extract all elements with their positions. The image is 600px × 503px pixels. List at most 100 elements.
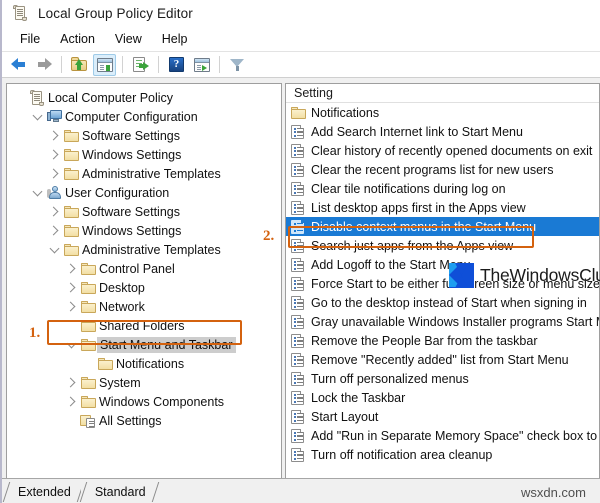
list-item[interactable]: Search just apps from the Apps view <box>286 236 599 255</box>
title-bar: Local Group Policy Editor <box>2 0 600 28</box>
chevron-down-icon[interactable] <box>30 110 45 120</box>
list-item[interactable]: Gray unavailable Windows Installer progr… <box>286 312 599 331</box>
tree-item-local-computer-policy[interactable]: Local Computer Policy <box>7 88 281 107</box>
show-hide-console-tree-button[interactable] <box>93 53 116 76</box>
policy-document-icon <box>12 4 30 23</box>
list-item[interactable]: Add "Run in Separate Memory Space" check… <box>286 426 599 445</box>
list-item-label: Go to the desktop instead of Start when … <box>311 295 587 310</box>
policy-setting-icon <box>291 238 304 253</box>
list-item[interactable]: Turn off personalized menus <box>286 369 599 388</box>
tree-item-administrative-templates[interactable]: Administrative Templates <box>7 240 281 259</box>
annotation-step-2: 2. <box>263 228 275 244</box>
tree-item-user-configuration[interactable]: User Configuration <box>7 183 281 202</box>
tree-item-windows-components[interactable]: Windows Components <box>7 392 281 411</box>
list-item[interactable]: Remove the People Bar from the taskbar <box>286 331 599 350</box>
list-item[interactable]: Add Logoff to the Start Menu <box>286 255 599 274</box>
tree-item-windows-settings[interactable]: Windows Settings <box>7 145 281 164</box>
up-one-level-button[interactable] <box>68 54 91 76</box>
settings-list[interactable]: Notifications Add Search Internet link to… <box>286 103 599 482</box>
settings-list-pane[interactable]: Setting Notifications Add Search Internet… <box>285 83 600 500</box>
menu-item-file[interactable]: File <box>10 30 50 49</box>
list-item[interactable]: Clear tile notifications during log on <box>286 179 599 198</box>
chevron-down-icon[interactable] <box>64 338 79 348</box>
tree-item-software-settings[interactable]: Software Settings <box>7 202 281 221</box>
tree-item-label: All Settings <box>99 413 162 428</box>
policy-setting-icon <box>291 143 304 158</box>
help-question-icon: ? <box>169 57 184 72</box>
menu-item-action[interactable]: Action <box>50 30 105 49</box>
column-header-setting[interactable]: Setting <box>286 84 599 103</box>
content-area: Local Computer Policy Computer Configurat… <box>2 79 600 503</box>
menu-item-view[interactable]: View <box>105 30 152 49</box>
filter-button[interactable] <box>226 54 249 76</box>
tab-extended[interactable]: Extended <box>4 480 81 503</box>
chevron-right-icon[interactable] <box>47 130 62 141</box>
tree-item-label: Windows Components <box>99 394 225 409</box>
chevron-right-icon[interactable] <box>64 377 79 388</box>
forward-button[interactable] <box>32 54 55 76</box>
list-item[interactable]: Disable context menus in the Start Menu <box>286 217 599 236</box>
tree-item-label: Network <box>99 299 145 314</box>
list-item[interactable]: Add Search Internet link to Start Menu <box>286 122 599 141</box>
tree-item-computer-configuration[interactable]: Computer Configuration <box>7 107 281 126</box>
tree-item-all-settings[interactable]: All Settings <box>7 411 281 430</box>
folder-icon <box>291 106 306 119</box>
policy-setting-icon <box>291 257 304 272</box>
chevron-down-icon[interactable] <box>30 186 45 196</box>
chevron-right-icon[interactable] <box>64 396 79 407</box>
list-item[interactable]: Remove "Recently added" list from Start … <box>286 350 599 369</box>
list-item-label: Search just apps from the Apps view <box>311 238 514 253</box>
folder-icon <box>80 395 96 408</box>
tree-item-administrative-templates[interactable]: Administrative Templates <box>7 164 281 183</box>
folder-icon <box>63 224 79 237</box>
back-arrow-icon <box>10 58 27 71</box>
tree-item-windows-settings[interactable]: Windows Settings <box>7 221 281 240</box>
chevron-down-icon[interactable] <box>47 243 62 253</box>
policy-setting-icon <box>291 390 304 405</box>
tree-item-label: Windows Settings <box>82 147 182 162</box>
tree-item-software-settings[interactable]: Software Settings <box>7 126 281 145</box>
show-hide-action-pane-button[interactable] <box>190 54 213 76</box>
tree-item-label: Local Computer Policy <box>48 90 174 105</box>
chevron-right-icon[interactable] <box>64 263 79 274</box>
menu-item-help[interactable]: Help <box>152 30 198 49</box>
tree-item-notifications[interactable]: Notifications <box>7 354 281 373</box>
chevron-right-icon[interactable] <box>47 206 62 217</box>
list-item-label: Turn off notification area cleanup <box>311 447 493 462</box>
list-item[interactable]: List desktop apps first in the Apps view <box>286 198 599 217</box>
tree-item-start-menu-and-taskbar[interactable]: Start Menu and Taskbar <box>7 335 281 354</box>
console-tree-pane[interactable]: Local Computer Policy Computer Configurat… <box>6 83 282 500</box>
policy-tree[interactable]: Local Computer Policy Computer Configurat… <box>7 84 281 430</box>
tree-item-network[interactable]: Network <box>7 297 281 316</box>
back-button[interactable] <box>7 54 30 76</box>
export-list-button[interactable] <box>129 54 152 76</box>
tree-item-control-panel[interactable]: Control Panel <box>7 259 281 278</box>
folder-icon <box>63 243 79 256</box>
list-item-label: Remove the People Bar from the taskbar <box>311 333 538 348</box>
list-item[interactable]: Start Layout <box>286 407 599 426</box>
list-item[interactable]: Clear history of recently opened documen… <box>286 141 599 160</box>
list-item[interactable]: Turn off notification area cleanup <box>286 445 599 464</box>
chevron-right-icon[interactable] <box>47 168 62 179</box>
forward-arrow-icon <box>36 58 52 71</box>
policy-setting-icon <box>291 333 304 348</box>
list-item[interactable]: Notifications <box>286 103 599 122</box>
policy-setting-icon <box>291 162 304 177</box>
help-button[interactable]: ? <box>165 54 188 76</box>
list-item-label: Add "Run in Separate Memory Space" check… <box>311 428 599 443</box>
chevron-right-icon[interactable] <box>64 282 79 293</box>
list-item[interactable]: Go to the desktop instead of Start when … <box>286 293 599 312</box>
tree-item-system[interactable]: System <box>7 373 281 392</box>
tab-standard[interactable]: Standard <box>80 480 156 503</box>
tree-item-label: Software Settings <box>82 128 180 143</box>
list-item[interactable]: Clear the recent programs list for new u… <box>286 160 599 179</box>
tree-item-desktop[interactable]: Desktop <box>7 278 281 297</box>
policy-setting-icon <box>291 409 304 424</box>
list-item[interactable]: Force Start to be either full screen siz… <box>286 274 599 293</box>
chevron-right-icon[interactable] <box>64 301 79 312</box>
chevron-right-icon[interactable] <box>47 225 62 236</box>
chevron-right-icon[interactable] <box>47 149 62 160</box>
list-item[interactable]: Lock the Taskbar <box>286 388 599 407</box>
toolbar: ? <box>2 52 600 78</box>
tree-item-shared-folders[interactable]: Shared Folders <box>7 316 281 335</box>
